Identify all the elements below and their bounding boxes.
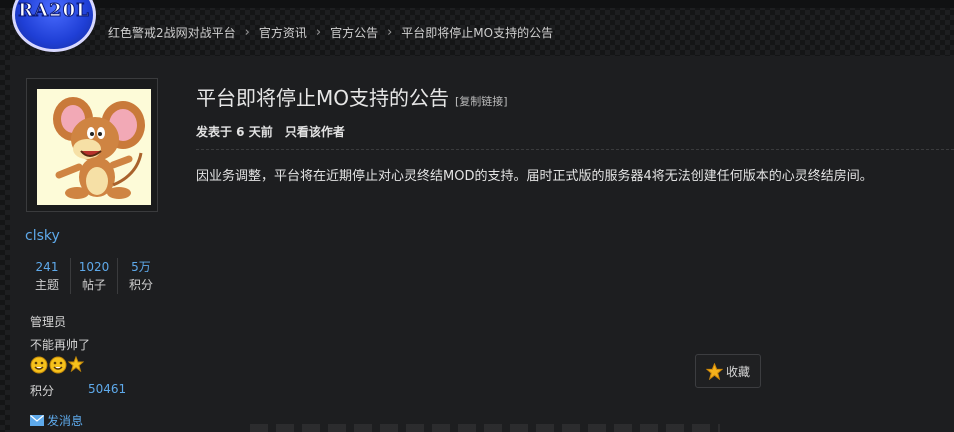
favorite-label: 收藏 [725, 364, 750, 379]
post-meta: 发表于 6 天前 只看该作者 [196, 123, 345, 140]
stat-value: 1020 [78, 260, 110, 274]
send-message-link[interactable]: 发消息 [30, 412, 83, 429]
next-post-preview [250, 424, 720, 432]
only-author-link[interactable]: 只看该作者 [285, 125, 345, 139]
avatar-image [37, 89, 151, 205]
medal-list [30, 356, 84, 374]
star-icon [705, 362, 723, 380]
smiley-medal-icon[interactable] [49, 356, 67, 374]
stat-label: 主题 [34, 278, 59, 292]
stat-points[interactable]: 5万 积分 [117, 258, 164, 294]
mouse-cartoon-icon [37, 89, 151, 205]
post-divider [196, 149, 954, 150]
favorite-button[interactable]: 收藏 [695, 354, 761, 388]
envelope-icon [30, 415, 44, 426]
top-nav-strip [0, 0, 954, 8]
points-value: 50461 [88, 382, 127, 396]
post-title-row: 平台即将停止MO支持的公告 [复制链接] [196, 82, 508, 111]
logo-text: RA20L [18, 0, 90, 21]
stat-label: 积分 [128, 278, 153, 292]
user-points: 积分 50461 [30, 382, 126, 399]
author-sidebar: clsky 241 主题 1020 帖子 5万 积分 管理员 不能再帅了 积分 … [10, 56, 177, 432]
stat-threads[interactable]: 241 主题 [24, 258, 70, 294]
author-stats: 241 主题 1020 帖子 5万 积分 [24, 258, 164, 294]
chevron-right-icon: › [244, 25, 250, 40]
send-message-label: 发消息 [47, 414, 84, 428]
stat-value: 241 [35, 260, 59, 274]
smiley-medal-icon[interactable] [30, 356, 48, 374]
user-tagline: 不能再帅了 [30, 338, 91, 352]
author-name[interactable]: clsky [25, 228, 60, 244]
avatar[interactable] [26, 78, 158, 212]
breadcrumb: 红色警戒2战网对战平台 › 官方资讯 › 官方公告 › 平台即将停止MO支持的公… [108, 24, 553, 41]
post-title: 平台即将停止MO支持的公告 [196, 86, 449, 110]
breadcrumb-item-announcements[interactable]: 官方公告 [330, 24, 378, 41]
copy-link-button[interactable]: [复制链接] [455, 93, 508, 109]
star-medal-icon[interactable] [68, 356, 84, 372]
post-content: 平台即将停止MO支持的公告 [复制链接] 发表于 6 天前 只看该作者 因业务调… [176, 56, 954, 432]
breadcrumb-item-current[interactable]: 平台即将停止MO支持的公告 [401, 24, 553, 41]
user-role[interactable]: 管理员 [30, 313, 66, 330]
points-label: 积分 [30, 384, 55, 398]
stat-posts[interactable]: 1020 帖子 [70, 258, 117, 294]
chevron-right-icon: › [387, 25, 393, 40]
post-time: 发表于 6 天前 [196, 125, 273, 139]
stat-label: 帖子 [81, 278, 106, 292]
stat-value: 5万 [131, 260, 151, 274]
breadcrumb-item-news[interactable]: 官方资讯 [259, 24, 307, 41]
post-body: 因业务调整，平台将在近期停止对心灵终结MOD的支持。届时正式版的服务器4将无法创… [196, 169, 873, 184]
breadcrumb-item-home[interactable]: 红色警戒2战网对战平台 [108, 24, 236, 41]
chevron-right-icon: › [315, 25, 322, 40]
